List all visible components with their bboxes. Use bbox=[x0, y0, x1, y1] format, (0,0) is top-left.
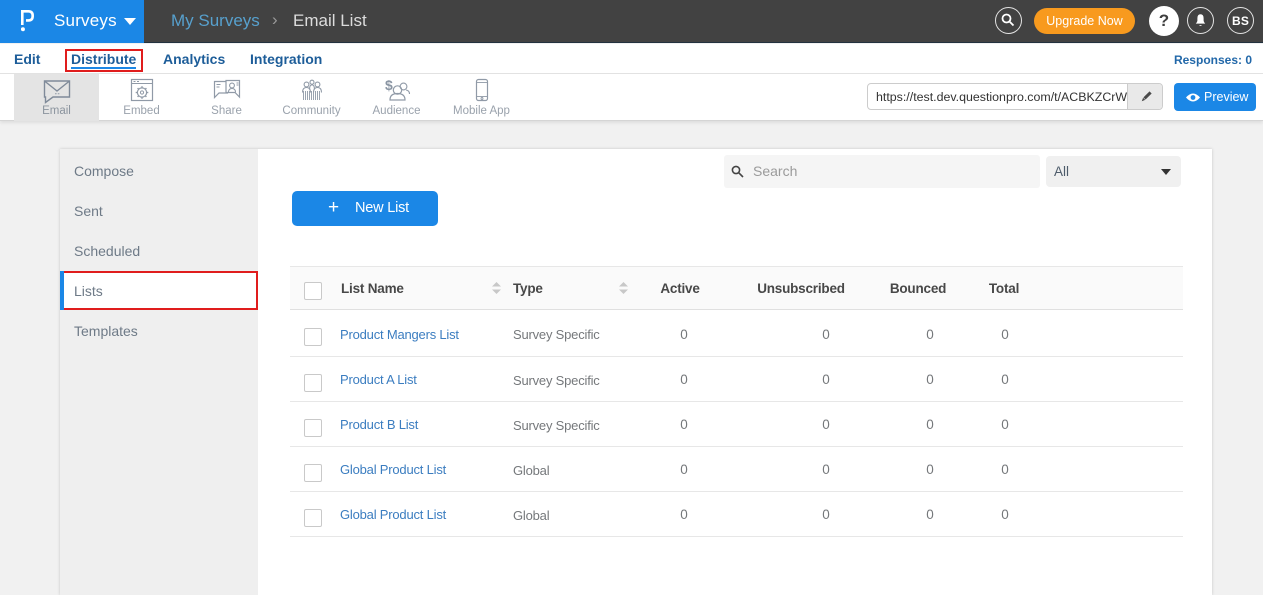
svg-text:$: $ bbox=[385, 78, 393, 93]
